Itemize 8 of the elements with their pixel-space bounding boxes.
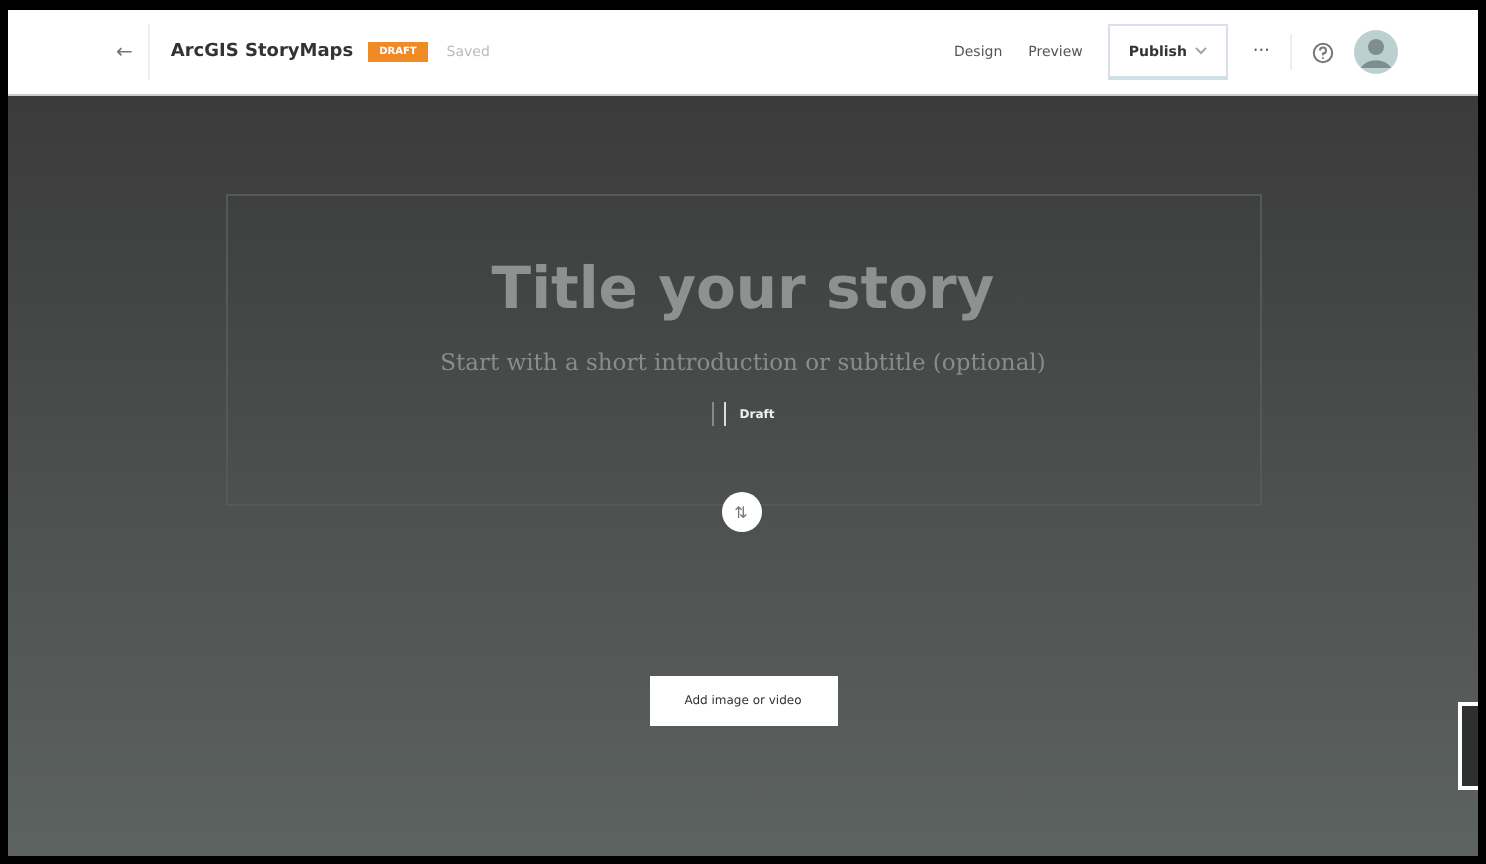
side-tab[interactable] (1458, 702, 1478, 790)
caret-icon (1194, 46, 1209, 56)
brand-name: ArcGIS StoryMaps (170, 42, 354, 62)
help-icon[interactable] (1312, 41, 1334, 63)
more-button[interactable]: ··· (1252, 42, 1270, 62)
back-button[interactable]: ← (116, 41, 133, 63)
avatar-icon[interactable] (1354, 30, 1398, 74)
swap-button[interactable]: ⇅ (721, 492, 761, 532)
